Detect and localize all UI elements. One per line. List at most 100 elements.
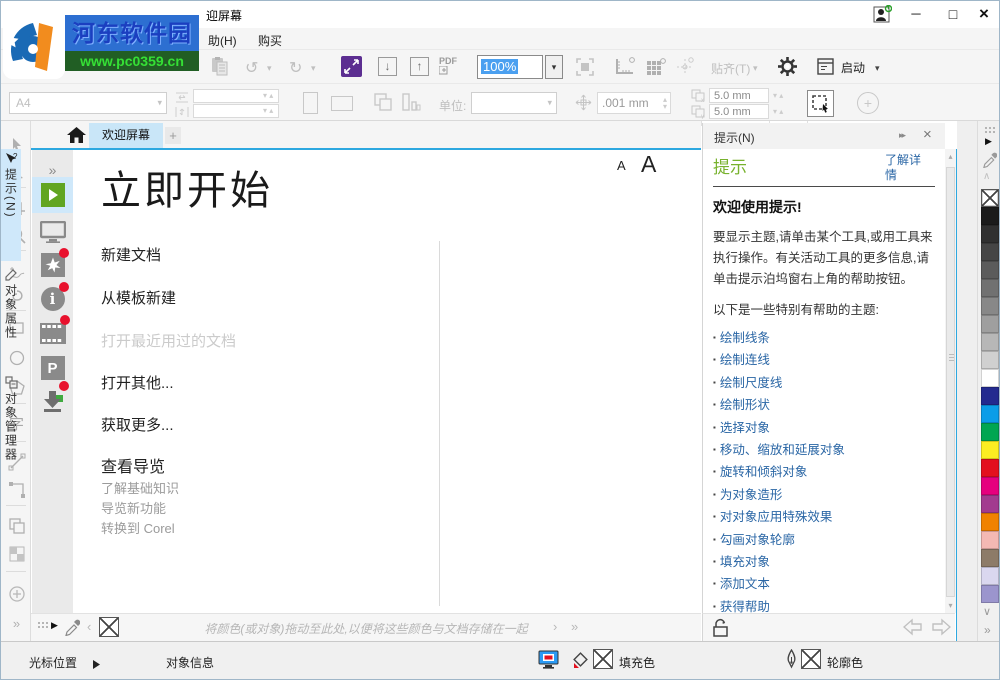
duplicate-x-field[interactable]: 5.0 mm xyxy=(709,88,769,103)
menu-help[interactable]: 助(H) xyxy=(204,31,241,50)
palette-color-swatch[interactable] xyxy=(981,279,999,297)
hint-topic-link[interactable]: 填充对象 xyxy=(713,551,935,573)
color-palette-drag-handle[interactable] xyxy=(984,126,995,134)
welcome-nav-membership[interactable]: P xyxy=(32,350,73,386)
maximize-button[interactable]: □ xyxy=(941,4,965,24)
hint-back-icon[interactable] xyxy=(903,618,923,641)
palette-color-swatch[interactable] xyxy=(981,387,999,405)
options-gear-icon[interactable] xyxy=(777,56,798,82)
snap-to-dropdown-icon[interactable]: ▾ xyxy=(753,63,758,74)
welcome-nav-whats-new[interactable] xyxy=(32,247,73,283)
fullscreen-preview-icon[interactable] xyxy=(575,57,595,82)
zoom-level-combo[interactable]: 100% xyxy=(477,55,543,79)
docker-tab-object-manager[interactable]: 对象管理器 xyxy=(1,373,21,495)
hint-topic-link[interactable]: 为对象造形 xyxy=(713,484,935,506)
docker-tab-hints[interactable]: ? 提示(N) xyxy=(1,149,21,261)
launch-window-icon[interactable] xyxy=(817,58,834,80)
launch-menu[interactable]: 启动 xyxy=(841,59,865,76)
welcome-nav-gallery[interactable] xyxy=(32,315,73,351)
guidelines-toggle-icon[interactable] xyxy=(675,57,695,82)
palette-color-swatch[interactable] xyxy=(981,423,999,441)
palette-color-swatch[interactable] xyxy=(981,549,999,567)
units-combo[interactable]: ▾ xyxy=(471,92,557,114)
hint-topic-link[interactable]: 对对象应用特殊效果 xyxy=(713,506,935,528)
palette-drag-handle[interactable] xyxy=(37,621,48,629)
nudge-offset-field[interactable]: .001 mm ▴▾ xyxy=(597,92,671,114)
close-button[interactable]: × xyxy=(972,4,996,24)
palette-eyedropper-icon[interactable] xyxy=(64,618,80,641)
publish-pdf-icon[interactable]: PDF xyxy=(439,56,457,77)
snap-to-menu[interactable]: 贴齐(T) xyxy=(711,60,750,77)
link-new-from-template[interactable]: 从模板新建 xyxy=(101,287,176,308)
docker-pin-icon[interactable]: ▸▸ xyxy=(899,130,904,141)
cursor-position-flyout-icon[interactable] xyxy=(93,656,100,674)
welcome-nav-updates[interactable] xyxy=(32,383,73,419)
hints-scroll-down-icon[interactable]: ▾ xyxy=(945,601,956,610)
transparency-tool[interactable] xyxy=(4,541,29,566)
launch-dropdown-icon[interactable]: ▾ xyxy=(875,63,880,74)
palette-color-swatch[interactable] xyxy=(981,495,999,513)
palette-color-swatch[interactable] xyxy=(981,297,999,315)
minimize-button[interactable]: ─ xyxy=(904,4,928,24)
palette-color-swatch[interactable] xyxy=(981,531,999,549)
page-size-combo[interactable]: A4 ▾ xyxy=(9,92,167,114)
tab-welcome-screen[interactable]: 欢迎屏幕 xyxy=(89,123,163,148)
palette-color-swatch[interactable] xyxy=(981,225,999,243)
color-none-swatch[interactable] xyxy=(981,189,999,207)
fill-color-swatch[interactable] xyxy=(593,649,613,669)
palette-color-swatch[interactable] xyxy=(981,405,999,423)
hint-topic-link[interactable]: 旋转和倾斜对象 xyxy=(713,461,935,483)
palette-color-swatch[interactable] xyxy=(981,477,999,495)
rulers-toggle-icon[interactable] xyxy=(615,57,637,82)
menu-buy[interactable]: 购买 xyxy=(254,31,286,50)
document-palette-none-swatch[interactable] xyxy=(99,617,119,637)
lock-open-icon[interactable] xyxy=(711,618,731,643)
corel-connect-icon[interactable] xyxy=(341,56,362,77)
palette-color-swatch[interactable] xyxy=(981,351,999,369)
palette-flyout-icon[interactable]: ▶ xyxy=(51,620,58,631)
palette-scroll-prev-icon[interactable]: ‹ xyxy=(87,619,91,634)
palette-color-swatch[interactable] xyxy=(981,369,999,387)
color-palette-scroll-down-icon[interactable]: ∨ xyxy=(983,605,991,618)
add-preset-icon[interactable]: + xyxy=(857,92,879,114)
palette-scroll-next-icon[interactable]: › xyxy=(553,619,557,634)
color-palette-overflow-icon[interactable]: » xyxy=(984,623,991,637)
landscape-orientation-icon[interactable] xyxy=(331,96,353,111)
undo-icon[interactable]: ↺ xyxy=(245,58,258,78)
link-get-more[interactable]: 获取更多... xyxy=(101,414,174,435)
hint-topic-link[interactable]: 勾画对象轮廓 xyxy=(713,529,935,551)
document-color-settings-icon[interactable] xyxy=(538,650,559,674)
import-icon[interactable]: ↓ xyxy=(378,57,397,76)
palette-color-swatch[interactable] xyxy=(981,243,999,261)
palette-color-swatch[interactable] xyxy=(981,459,999,477)
hint-topic-link[interactable]: 绘制形状 xyxy=(713,394,935,416)
palette-color-swatch[interactable] xyxy=(981,333,999,351)
hint-topic-link[interactable]: 选择对象 xyxy=(713,417,935,439)
duplicate-y-field[interactable]: 5.0 mm xyxy=(709,104,769,119)
palette-color-swatch[interactable] xyxy=(981,585,999,603)
redo-icon[interactable]: ↻ xyxy=(289,58,302,78)
home-icon[interactable] xyxy=(67,127,86,148)
link-learn-basics[interactable]: 了解基础知识 xyxy=(101,478,179,497)
eyedropper-tool[interactable] xyxy=(4,581,29,606)
account-sign-in-icon[interactable] xyxy=(873,5,892,28)
hints-scrollbar[interactable]: ▴ ▾ xyxy=(945,149,956,613)
paste-icon[interactable] xyxy=(209,56,229,82)
undo-dropdown-icon[interactable]: ▾ xyxy=(267,63,272,74)
welcome-nav-learn[interactable]: i xyxy=(32,281,73,317)
hint-topic-link[interactable]: 获得帮助 xyxy=(713,596,935,613)
learn-more-link[interactable]: 了解详情 xyxy=(885,153,931,183)
grid-toggle-icon[interactable] xyxy=(645,57,667,82)
link-switch-to-corel[interactable]: 转换到 Corel xyxy=(101,518,175,537)
hint-topic-link[interactable]: 绘制线条 xyxy=(713,327,935,349)
palette-color-swatch[interactable] xyxy=(981,261,999,279)
palette-color-swatch[interactable] xyxy=(981,441,999,459)
portrait-orientation-icon[interactable] xyxy=(303,92,318,114)
color-palette-eyedropper-icon[interactable] xyxy=(982,151,997,173)
hint-topic-link[interactable]: 添加文本 xyxy=(713,573,935,595)
link-take-tour[interactable]: 查看导览 xyxy=(101,453,165,477)
new-tab-icon[interactable]: + xyxy=(165,127,181,144)
outline-color-swatch[interactable] xyxy=(801,649,821,669)
welcome-nav-get-started[interactable] xyxy=(32,177,73,213)
docker-close-icon[interactable]: × xyxy=(923,126,932,143)
